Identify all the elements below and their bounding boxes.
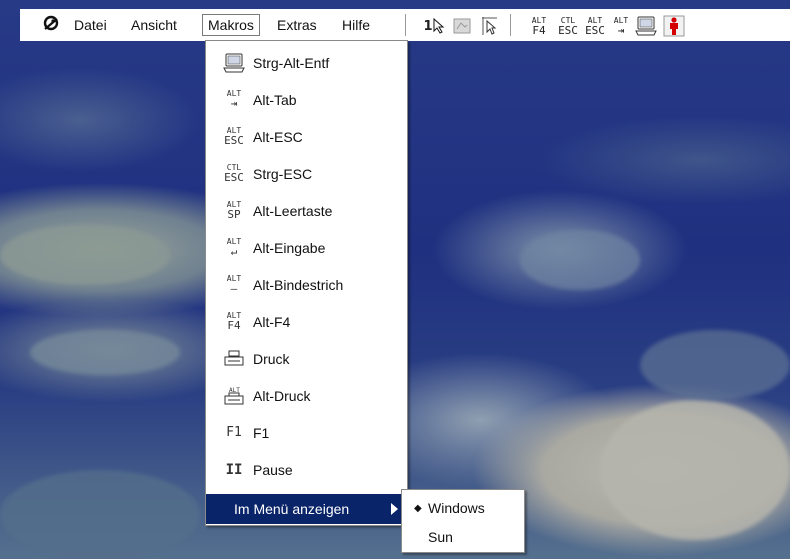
menu-ansicht[interactable]: Ansicht [126, 14, 182, 36]
alt-tab-bottom: ⇥ [617, 23, 625, 37]
menu-item-f1[interactable]: F1 F1 [206, 414, 407, 451]
app-logo-icon[interactable] [42, 15, 60, 33]
pause-icon: II [225, 461, 243, 478]
alt-f4-key-icon: ALT F4 [221, 312, 247, 332]
menu-item-alt-leertaste[interactable]: ALT SP Alt-Leertaste [206, 192, 407, 229]
person-exit-icon [663, 15, 685, 37]
key-bottom: ESC [224, 171, 244, 184]
toolbar-separator [510, 14, 512, 36]
menu-item-alt-f4[interactable]: ALT F4 Alt-F4 [206, 303, 407, 340]
menu-item-label: Alt-Bindestrich [253, 276, 344, 293]
computer-icon [221, 53, 247, 73]
im-menu-anzeigen-submenu: ◆ Windows Sun [401, 489, 525, 553]
window-disabled-icon [453, 18, 471, 34]
alt-esc-key-icon: ALT ESC [221, 127, 247, 147]
menu-item-alt-eingabe[interactable]: ALT ↵ Alt-Eingabe [206, 229, 407, 266]
alt-tab-key-icon: ALT ⇥ [221, 90, 247, 110]
alt-esc-bottom: ESC [585, 23, 605, 37]
computer-icon [635, 16, 657, 36]
disabled-window-button[interactable] [451, 14, 473, 38]
submenu-arrow-icon [391, 503, 398, 515]
number-one-icon: 1 [423, 18, 433, 34]
makros-dropdown-menu: Strg-Alt-Entf ALT ⇥ Alt-Tab ALT ESC Alt-ES… [205, 40, 408, 526]
submenu-item-label: Windows [428, 500, 485, 516]
menu-item-label: Alt-Druck [253, 387, 311, 404]
cursor-frame-icon [482, 17, 497, 35]
alt-f4-button[interactable]: ALT F4 [528, 14, 550, 38]
menu-item-label: F1 [253, 424, 270, 441]
menu-item-label: Alt-ESC [253, 128, 303, 145]
key-bottom: ↵ [230, 245, 238, 258]
menu-item-alt-esc[interactable]: ALT ESC Alt-ESC [206, 118, 407, 155]
alt-tab-button[interactable]: ALT ⇥ [610, 14, 632, 38]
key-bottom: — [230, 282, 238, 295]
menu-bar: Datei Ansicht Makros Extras Hilfe 1 ALT … [20, 9, 790, 41]
menu-item-label: Alt-Tab [253, 91, 297, 108]
key-bottom: SP [227, 208, 241, 221]
ctrl-alt-del-button[interactable] [634, 14, 658, 38]
selected-bullet-icon: ◆ [414, 502, 422, 514]
alt-hyphen-key-icon: ALT — [221, 275, 247, 295]
menu-extras[interactable]: Extras [272, 14, 322, 36]
key-bottom: ⇥ [230, 97, 238, 110]
menu-item-alt-tab[interactable]: ALT ⇥ Alt-Tab [206, 81, 407, 118]
menu-item-label: Strg-ESC [253, 165, 313, 182]
submenu-item-windows[interactable]: ◆ Windows [402, 494, 524, 522]
menu-item-pause[interactable]: II Pause [206, 451, 407, 488]
menu-item-druck[interactable]: Druck [206, 340, 407, 377]
menu-makros[interactable]: Makros [202, 14, 260, 36]
alt-esc-button[interactable]: ALT ESC [583, 14, 607, 38]
submenu-item-sun[interactable]: Sun [402, 523, 524, 551]
menu-hilfe[interactable]: Hilfe [337, 14, 375, 36]
menu-item-label: Druck [253, 350, 290, 367]
alt-f4-bottom: F4 [532, 23, 546, 37]
disconnect-button[interactable] [662, 14, 686, 38]
menu-item-label: Alt-Leertaste [253, 202, 333, 219]
alt-printer-icon: ALT [221, 386, 247, 406]
menu-item-label: Pause [253, 461, 293, 478]
menu-item-label: Alt-F4 [253, 313, 291, 330]
single-cursor-button[interactable]: 1 [423, 14, 445, 38]
alt-space-key-icon: ALT SP [221, 201, 247, 221]
printer-icon [221, 350, 247, 368]
ctl-esc-key-icon: CTL ESC [221, 164, 247, 184]
menu-item-label: Strg-Alt-Entf [253, 54, 330, 71]
menu-item-alt-druck[interactable]: ALT Alt-Druck [206, 377, 407, 414]
f1-key-icon: F1 [226, 425, 242, 440]
cursor-mode-button[interactable] [479, 14, 501, 38]
toolbar-separator [405, 14, 407, 36]
ctl-esc-button[interactable]: CTL ESC [556, 14, 580, 38]
menu-item-alt-bindestrich[interactable]: ALT — Alt-Bindestrich [206, 266, 407, 303]
menu-item-label: Im Menü anzeigen [234, 501, 350, 517]
menu-item-im-menu-anzeigen[interactable]: Im Menü anzeigen [206, 494, 407, 524]
cursor-icon [433, 18, 444, 34]
menu-item-strg-esc[interactable]: CTL ESC Strg-ESC [206, 155, 407, 192]
menu-item-label: Alt-Eingabe [253, 239, 326, 256]
menu-item-strg-alt-entf[interactable]: Strg-Alt-Entf [206, 44, 407, 81]
key-bottom: ESC [224, 134, 244, 147]
menu-datei[interactable]: Datei [69, 14, 112, 36]
submenu-item-label: Sun [428, 529, 453, 545]
alt-enter-key-icon: ALT ↵ [221, 238, 247, 258]
ctl-esc-bottom: ESC [558, 23, 578, 37]
key-bottom: F4 [227, 319, 241, 332]
